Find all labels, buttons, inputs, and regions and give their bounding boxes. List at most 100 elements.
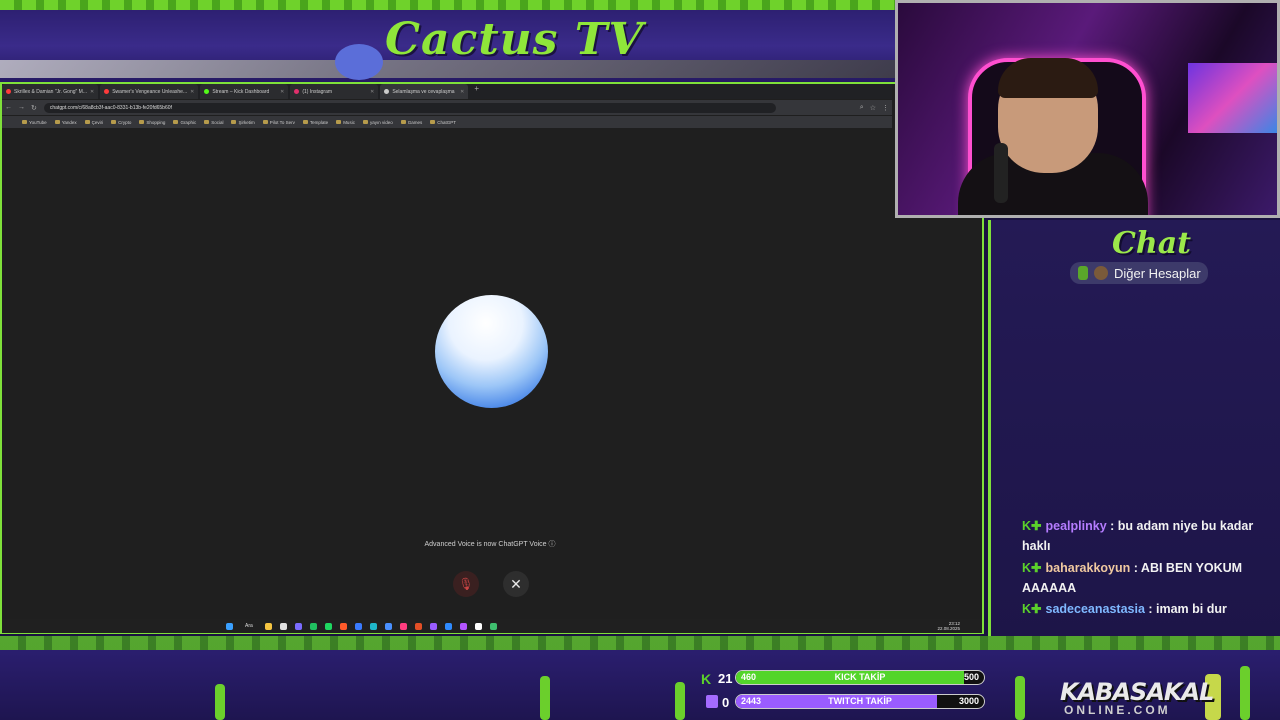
bookmark-item[interactable]: Shopping	[139, 120, 165, 125]
app-icon[interactable]	[354, 622, 362, 630]
twitch-follow-goal-bar: 2443 TWITCH TAKİP 3000	[735, 694, 985, 709]
twitch-viewer-count: 0	[722, 695, 730, 710]
browser-tab[interactable]: Selamlaşma ve cevaplaşma ✕	[380, 84, 469, 99]
tab-favicon-icon	[204, 89, 210, 94]
avatar	[1094, 266, 1108, 280]
store-icon[interactable]	[279, 622, 287, 630]
webcam-feed	[895, 0, 1280, 218]
browser-tab-bar: Skrillex & Damian "Jr. Gong" M... ✕ Swamer…	[2, 84, 892, 99]
chrome-icon[interactable]	[414, 622, 422, 630]
folder-icon	[204, 120, 210, 124]
kick-badge-icon: K✚	[1022, 602, 1042, 616]
address-bar: ← → ↻ chatgpt.com/c/68a8cb3f-aac0-8331-b…	[2, 100, 892, 115]
bookmark-item[interactable]: yayın video	[362, 120, 393, 125]
taskbar-search[interactable]: Ara	[245, 623, 253, 629]
chat-title: Chat	[1112, 226, 1191, 261]
browser-tab[interactable]: Stream – Kick Dashboard ✕	[200, 84, 289, 99]
cactus-icon	[215, 684, 225, 720]
star-icon[interactable]: ☆	[870, 104, 876, 112]
windows-taskbar: Ara 23:12 22.08.2025	[2, 619, 982, 633]
app-icon[interactable]	[369, 622, 377, 630]
discord-icon[interactable]	[294, 622, 302, 630]
app-icon[interactable]	[429, 622, 437, 630]
bookmark-item[interactable]: Crypto	[111, 120, 131, 125]
mascot-icon	[335, 44, 383, 80]
folder-icon	[362, 120, 368, 124]
voice-orb	[435, 295, 548, 408]
bookmark-item[interactable]: Music	[336, 120, 355, 125]
bookmark-item[interactable]: Social	[204, 120, 223, 125]
cactus-icon	[1078, 266, 1088, 280]
folder-icon	[22, 120, 27, 124]
folder-icon	[336, 120, 342, 124]
chat-message: K✚ pealplinky : bu adam niye bu kadar hak…	[1022, 516, 1262, 556]
folder-icon	[54, 120, 60, 124]
folder-icon	[302, 120, 308, 124]
taskbar-clock[interactable]: 23:12 22.08.2025	[937, 621, 960, 631]
kick-icon: K	[701, 671, 712, 687]
new-tab-icon[interactable]: +	[474, 84, 479, 99]
sponsor-logo: KABASAKAL	[1060, 678, 1214, 706]
browser-tab[interactable]: Swamer's Vengeance Unleashe... ✕	[100, 84, 199, 99]
twitch-icon	[706, 695, 718, 708]
premiere-icon[interactable]	[459, 622, 467, 630]
app-icon[interactable]	[339, 622, 347, 630]
browser-tab[interactable]: (1) Instagram ✕	[290, 84, 379, 99]
reload-icon[interactable]: ↻	[31, 104, 37, 112]
photoshop-icon[interactable]	[444, 622, 452, 630]
bookmark-item[interactable]: Şirketim	[231, 120, 255, 125]
spotify-icon[interactable]	[324, 622, 332, 630]
bookmark-item[interactable]: Graphic	[173, 120, 196, 125]
tab-close-icon[interactable]: ✕	[190, 89, 194, 95]
end-voice-button[interactable]: ✕	[503, 571, 529, 597]
tab-close-icon[interactable]: ✕	[460, 89, 464, 95]
tab-close-icon[interactable]: ✕	[90, 89, 94, 95]
cactus-icon	[540, 676, 550, 720]
cactus-icon	[1240, 666, 1250, 720]
chat-message: K✚ sadeceanastasia : imam bi dur	[1022, 599, 1262, 619]
folder-icon	[231, 120, 237, 124]
app-icon[interactable]	[474, 622, 482, 630]
browser-tab[interactable]: Skrillex & Damian "Jr. Gong" M... ✕	[2, 84, 99, 99]
tab-close-icon[interactable]: ✕	[370, 89, 374, 95]
grass-decoration	[0, 0, 895, 10]
app-icon[interactable]	[489, 622, 497, 630]
file-explorer-icon[interactable]	[264, 622, 272, 630]
start-icon[interactable]	[226, 622, 233, 630]
steam-icon[interactable]	[384, 622, 392, 630]
bookmark-item[interactable]: Yandex	[54, 120, 77, 125]
chat-username[interactable]: baharakkoyun	[1046, 561, 1131, 575]
url-input[interactable]: chatgpt.com/c/68a8cb3f-aac0-8331-b13b-fe…	[43, 102, 776, 113]
menu-icon[interactable]: ⋮	[882, 104, 889, 112]
bookmarks-bar: YouTube Yandex Çeviri Crypto Shopping Graphic…	[2, 116, 892, 128]
tab-favicon-icon	[6, 89, 11, 94]
bookmark-item[interactable]: YouTube	[22, 120, 47, 125]
tab-favicon-icon	[384, 89, 390, 94]
folder-icon	[430, 120, 436, 124]
folder-icon	[262, 120, 268, 124]
bookmark-item[interactable]: Pilot To Serv	[262, 120, 295, 125]
folder-icon	[139, 120, 145, 124]
microphone-icon	[994, 143, 1008, 203]
tab-close-icon[interactable]: ✕	[280, 89, 284, 95]
folder-icon	[84, 120, 90, 124]
other-accounts-badge: Diğer Hesaplar	[1070, 262, 1208, 284]
whatsapp-icon[interactable]	[309, 622, 317, 630]
kick-badge-icon: K✚	[1022, 561, 1042, 575]
bookmark-item[interactable]: Template	[302, 120, 328, 125]
bookmark-item[interactable]: Games	[400, 120, 422, 125]
bookmark-item[interactable]: Çeviri	[84, 120, 103, 125]
back-icon[interactable]: ←	[5, 104, 12, 111]
voice-notice[interactable]: Advanced Voice is now ChatGPT Voice ⓘ	[400, 539, 580, 549]
forward-icon[interactable]: →	[18, 104, 25, 111]
chat-text: : imam bi dur	[1144, 602, 1227, 616]
cactus-icon	[675, 682, 685, 720]
chat-username[interactable]: pealplinky	[1046, 519, 1107, 533]
mute-mic-button[interactable]: 🎙	[453, 571, 479, 597]
cactus-icon	[1015, 676, 1025, 720]
app-icon[interactable]	[399, 622, 407, 630]
zoom-icon[interactable]: ⌕	[860, 104, 864, 112]
chat-username[interactable]: sadeceanastasia	[1046, 602, 1145, 616]
kick-viewer-count: 21	[718, 671, 733, 686]
bookmark-item[interactable]: ChatGPT	[430, 120, 456, 125]
